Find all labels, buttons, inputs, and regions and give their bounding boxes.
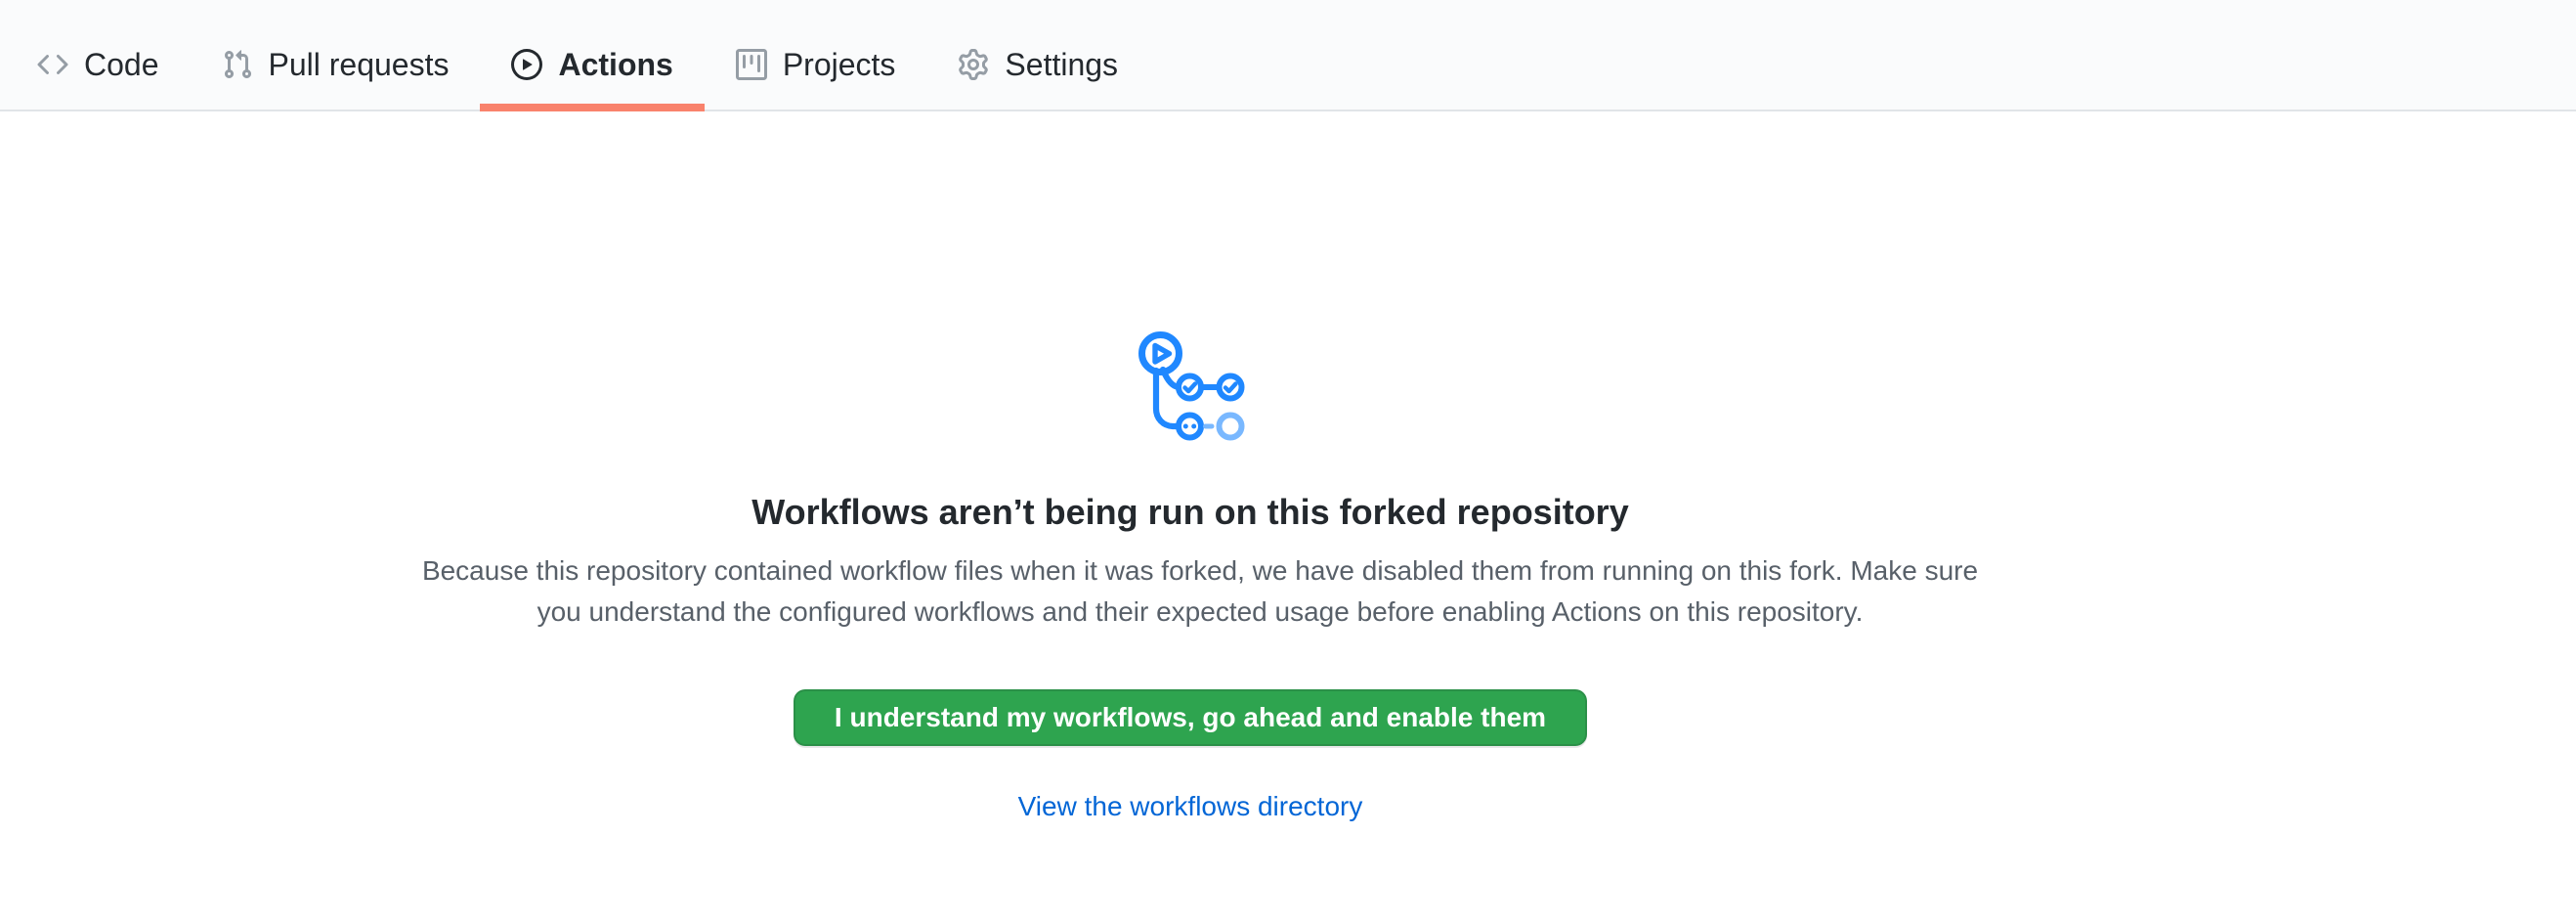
workflow-graph-icon (1132, 327, 1249, 444)
play-icon (511, 49, 542, 80)
tab-code[interactable]: Code (6, 0, 191, 111)
tab-label: Projects (783, 46, 896, 83)
actions-blankslate-page: Workflows aren’t being run on this forke… (0, 111, 2576, 824)
repo-tab-nav: Code Pull requests Actions Projects Sett… (0, 0, 2576, 111)
enable-workflows-button[interactable]: I understand my workflows, go ahead and … (794, 689, 1587, 746)
tab-label: Code (84, 46, 159, 83)
tab-label: Actions (558, 46, 672, 83)
tab-projects[interactable]: Projects (705, 0, 927, 111)
code-icon (37, 49, 68, 80)
git-pull-request-icon (222, 49, 253, 80)
blankslate-description: Because this repository contained workfl… (408, 550, 1992, 633)
blankslate-title: Workflows aren’t being run on this forke… (408, 490, 1972, 535)
blankslate: Workflows aren’t being run on this forke… (408, 111, 1972, 824)
tab-settings[interactable]: Settings (926, 0, 1149, 111)
workflows-link-row: View the workflows directory (408, 789, 1972, 824)
gear-icon (958, 49, 989, 80)
tab-actions[interactable]: Actions (480, 0, 704, 111)
tab-label: Pull requests (269, 46, 450, 83)
workflows-directory-link[interactable]: View the workflows directory (1018, 791, 1363, 821)
project-icon (736, 49, 767, 80)
tab-label: Settings (1005, 46, 1118, 83)
tab-pull-requests[interactable]: Pull requests (191, 0, 481, 111)
